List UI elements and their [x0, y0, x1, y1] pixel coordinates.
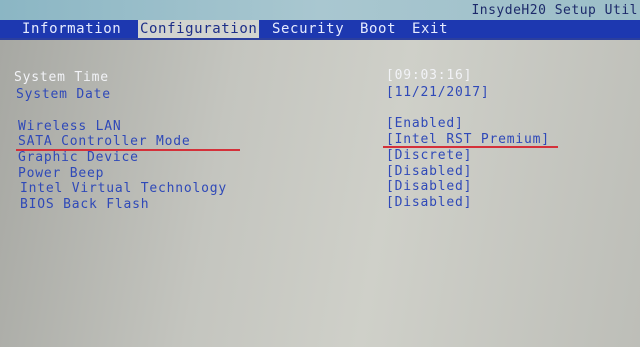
intel-virtual-technology-label: Intel Virtual Technology — [20, 181, 228, 196]
power-beep-value[interactable]: [Disabled] — [386, 164, 472, 179]
intel-virtual-technology-value[interactable]: [Disabled] — [386, 179, 472, 194]
sata-controller-mode-value[interactable]: [Intel RST Premium] — [386, 132, 550, 147]
graphic-device-value[interactable]: [Discrete] — [386, 148, 472, 163]
menu-divider — [0, 38, 640, 40]
tab-exit[interactable]: Exit — [410, 20, 450, 38]
graphic-device-label: Graphic Device — [18, 150, 139, 165]
system-date-label: System Date — [16, 87, 111, 102]
sata-controller-mode-label: SATA Controller Mode — [18, 134, 191, 149]
menu-bar: Information Configuration Security Boot … — [0, 20, 640, 38]
wireless-lan-label: Wireless LAN — [18, 119, 122, 134]
bios-back-flash-value[interactable]: [Disabled] — [386, 195, 472, 210]
power-beep-label: Power Beep — [18, 166, 105, 181]
bios-screen: InsydeH20 Setup Util Information Configu… — [0, 0, 640, 347]
app-title: InsydeH20 Setup Util — [471, 3, 638, 18]
system-date-value[interactable]: [11/21/2017] — [386, 85, 490, 100]
system-time-value[interactable]: [09:03:16] — [386, 68, 472, 83]
tab-information[interactable]: Information — [20, 20, 123, 38]
wireless-lan-value[interactable]: [Enabled] — [386, 116, 464, 131]
title-strip: InsydeH20 Setup Util — [0, 0, 640, 20]
bios-back-flash-label: BIOS Back Flash — [20, 197, 150, 212]
tab-security[interactable]: Security — [270, 20, 346, 38]
system-time-label: System Time — [14, 70, 109, 85]
tab-configuration[interactable]: Configuration — [138, 20, 260, 38]
tab-boot[interactable]: Boot — [358, 20, 398, 38]
